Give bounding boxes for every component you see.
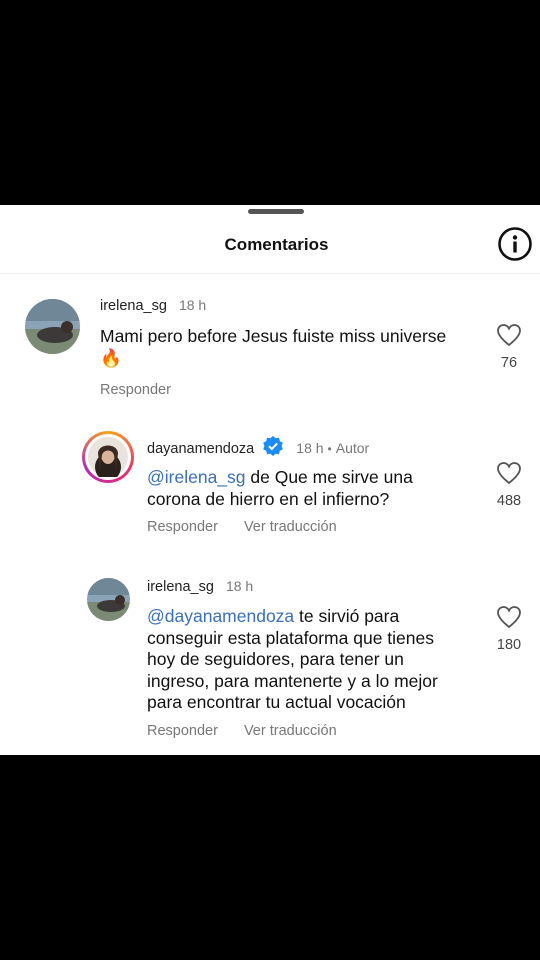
comment-text: @dayanamendoza te sirvió para conseguir … [147,606,438,712]
like-control: 180 [489,605,529,653]
username[interactable]: dayanamendoza [147,441,254,457]
timestamp: 18 h [225,578,254,594]
verified-badge-icon [263,436,284,456]
comment-actions: Responder [100,382,197,398]
like-count: 488 [496,493,522,509]
comments-header: Comentarios [0,205,540,274]
reply-item: irelena_sg 18 h @dayanamendoza te sirvió… [0,575,540,750]
avatar[interactable] [87,578,130,621]
avatar[interactable] [25,299,80,354]
reply-button[interactable]: Responder [147,519,218,535]
author-label: Autor [335,440,370,456]
comments-sheet: Comentarios irelena_sg 18 h Mami pero be… [0,205,540,755]
avatar-story-ring[interactable] [82,431,134,483]
reply-button[interactable]: Responder [147,723,218,739]
mention-link[interactable]: @irelena_sg [147,467,246,487]
timestamp: 18 h [178,297,207,313]
comment-actions: Responder Ver traducción [147,519,363,535]
comment-actions: Responder Ver traducción [147,723,363,739]
heart-icon[interactable] [496,605,522,629]
comment-username-row: irelena_sg 18 h [147,578,253,595]
like-count: 180 [496,637,522,653]
username[interactable]: irelena_sg [100,298,167,314]
heart-icon[interactable] [496,323,522,347]
page-title: Comentarios [224,235,329,254]
separator-dot: • [327,442,332,456]
fire-emoji: 🔥 [100,347,122,368]
translate-button[interactable]: Ver traducción [244,519,337,535]
timestamp: 18 h [296,440,324,456]
like-control: 76 [489,323,529,371]
comment-username-row: irelena_sg 18 h [100,297,206,314]
username[interactable]: irelena_sg [147,579,214,595]
like-control: 488 [489,461,529,509]
info-icon[interactable] [498,227,532,261]
reply-item: dayanamendoza 18 h • Autor @irelena_sg de … [0,431,540,551]
comment-text: @irelena_sg de Que me sirve una corona d… [147,467,413,509]
like-count: 76 [500,355,518,371]
translate-button[interactable]: Ver traducción [244,723,337,739]
comment-item: irelena_sg 18 h Mami pero before Jesus f… [0,293,540,403]
comment-username-row: dayanamendoza 18 h • Autor [147,435,369,457]
mention-link[interactable]: @dayanamendoza [147,606,294,626]
heart-icon[interactable] [496,461,522,485]
comment-text: Mami pero before Jesus fuiste miss unive… [100,326,447,368]
reply-button[interactable]: Responder [100,382,171,398]
